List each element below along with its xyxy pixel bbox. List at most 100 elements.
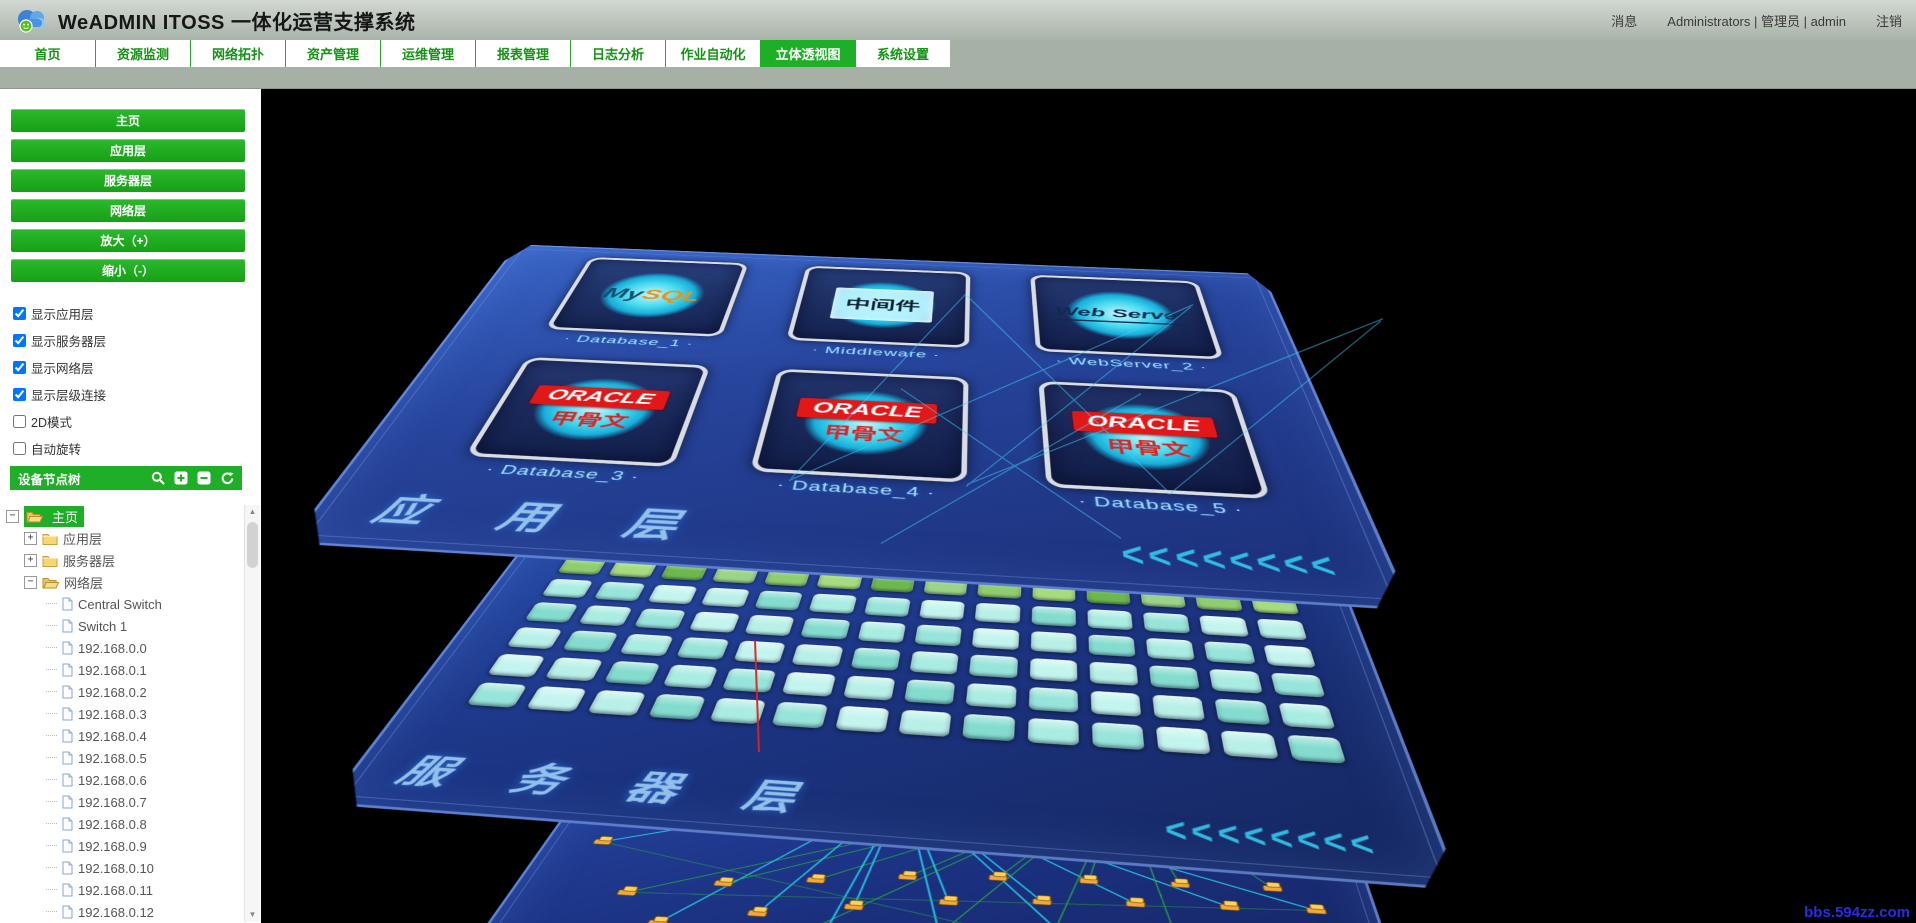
tree-leaf-Switch 1[interactable]: Switch 1 bbox=[0, 615, 244, 637]
tab-网络拓扑[interactable]: 网络拓扑 bbox=[190, 40, 285, 67]
tree-leaf-192.168.0.12[interactable]: 192.168.0.12 bbox=[0, 901, 244, 923]
tree-expand-toggle[interactable]: + bbox=[24, 531, 37, 545]
network-node[interactable] bbox=[844, 900, 865, 910]
side-button-网络层[interactable]: 网络层 bbox=[11, 199, 245, 222]
network-node[interactable] bbox=[1219, 900, 1239, 910]
scrollbar-thumb[interactable] bbox=[247, 522, 258, 568]
refresh-icon[interactable] bbox=[220, 471, 235, 485]
tree-item-网络层[interactable]: − 网络层 bbox=[0, 571, 244, 593]
tree-leaf-label: 192.168.0.5 bbox=[78, 750, 147, 766]
side-button-主页[interactable]: 主页 bbox=[11, 109, 245, 132]
tree-item-home[interactable]: 主页 bbox=[24, 505, 85, 527]
tree-leaf-192.168.0.4[interactable]: 192.168.0.4 bbox=[0, 725, 244, 747]
tree-leaf-192.168.0.11[interactable]: 192.168.0.11 bbox=[0, 879, 244, 901]
checkbox-input[interactable] bbox=[13, 388, 26, 401]
file-icon bbox=[62, 685, 73, 699]
tab-报表管理[interactable]: 报表管理 bbox=[475, 40, 570, 67]
server-cell bbox=[843, 675, 895, 700]
app-tile-Database_5[interactable]: ORACLE甲骨文Database_5 bbox=[1038, 381, 1271, 499]
logo-cloud-icon bbox=[14, 6, 48, 34]
tab-资产管理[interactable]: 资产管理 bbox=[285, 40, 380, 67]
viewport-3d[interactable]: MySQLDatabase_1 中间件Middleware Web ServerWe… bbox=[261, 89, 1916, 923]
tree-leaf-label: 192.168.0.11 bbox=[78, 882, 153, 898]
tab-资源监测[interactable]: 资源监测 bbox=[95, 40, 190, 67]
app-tile-Middleware[interactable]: 中间件Middleware bbox=[787, 266, 970, 348]
tree-leaf-192.168.0.0[interactable]: 192.168.0.0 bbox=[0, 637, 244, 659]
checkbox-row-显示应用层[interactable]: 显示应用层 bbox=[13, 304, 261, 323]
network-node[interactable] bbox=[1305, 904, 1327, 914]
tree-leaf-192.168.0.1[interactable]: 192.168.0.1 bbox=[0, 659, 244, 681]
side-button-服务器层[interactable]: 服务器层 bbox=[11, 169, 245, 192]
checkbox-input[interactable] bbox=[13, 442, 26, 455]
checkbox-row-2D模式[interactable]: 2D模式 bbox=[13, 412, 261, 431]
server-cell bbox=[835, 706, 890, 733]
minus-icon[interactable] bbox=[197, 471, 211, 485]
tree-expand-toggle[interactable]: − bbox=[24, 575, 37, 589]
messages-link[interactable]: 消息 bbox=[1611, 11, 1637, 30]
network-node[interactable] bbox=[747, 906, 769, 917]
tab-日志分析[interactable]: 日志分析 bbox=[570, 40, 665, 67]
server-cell bbox=[966, 683, 1016, 709]
app-tile-Database_4[interactable]: ORACLE甲骨文Database_4 bbox=[750, 369, 968, 483]
app-tile-Database_1[interactable]: MySQLDatabase_1 bbox=[545, 257, 749, 337]
app-tile-Database_3[interactable]: ORACLE甲骨文Database_3 bbox=[465, 357, 711, 467]
search-icon[interactable] bbox=[151, 471, 165, 485]
app-tile-WebServer_2[interactable]: Web ServerWebServer_2 bbox=[1030, 275, 1224, 360]
logout-link[interactable]: 注销 bbox=[1876, 11, 1902, 30]
scrollbar-down-arrow[interactable]: ▼ bbox=[245, 908, 260, 922]
tree-scrollbar[interactable]: ▲ ▼ bbox=[244, 505, 260, 922]
checkbox-row-显示服务器层[interactable]: 显示服务器层 bbox=[13, 331, 261, 350]
server-cell bbox=[1143, 612, 1190, 633]
tab-首页[interactable]: 首页 bbox=[0, 40, 95, 67]
network-node[interactable] bbox=[898, 871, 918, 881]
checkbox-row-显示层级连接[interactable]: 显示层级连接 bbox=[13, 385, 261, 404]
checkbox-row-显示网络层[interactable]: 显示网络层 bbox=[13, 358, 261, 377]
network-node[interactable] bbox=[806, 874, 827, 884]
tree-leaf-192.168.0.9[interactable]: 192.168.0.9 bbox=[0, 835, 244, 857]
server-cell bbox=[1278, 703, 1336, 730]
scrollbar-up-arrow[interactable]: ▲ bbox=[245, 505, 260, 519]
tree-leaf-Central Switch[interactable]: Central Switch bbox=[0, 593, 244, 615]
tree-item-应用层[interactable]: + 应用层 bbox=[0, 527, 244, 549]
tree-expand-toggle[interactable]: + bbox=[24, 553, 37, 567]
tree-leaf-label: 192.168.0.2 bbox=[78, 684, 147, 700]
server-cell bbox=[524, 602, 578, 623]
tree-leaf-192.168.0.2[interactable]: 192.168.0.2 bbox=[0, 681, 244, 703]
network-node[interactable] bbox=[713, 877, 735, 887]
network-node[interactable] bbox=[617, 886, 640, 896]
tab-立体透视图[interactable]: 立体透视图 bbox=[760, 40, 855, 67]
tree-leaf-192.168.0.10[interactable]: 192.168.0.10 bbox=[0, 857, 244, 879]
tree-leaf-192.168.0.3[interactable]: 192.168.0.3 bbox=[0, 703, 244, 725]
tab-系统设置[interactable]: 系统设置 bbox=[855, 40, 950, 67]
tile-label: Database_4 bbox=[750, 476, 960, 503]
side-button-放大（+）[interactable]: 放大（+） bbox=[11, 229, 245, 252]
network-node[interactable] bbox=[1170, 878, 1189, 888]
tab-作业自动化[interactable]: 作业自动化 bbox=[665, 40, 760, 67]
network-node[interactable] bbox=[647, 916, 670, 923]
server-cell bbox=[633, 608, 686, 629]
checkbox-input[interactable] bbox=[13, 334, 26, 347]
server-cell bbox=[506, 627, 563, 649]
side-button-应用层[interactable]: 应用层 bbox=[11, 139, 245, 162]
network-node[interactable] bbox=[1126, 897, 1145, 907]
tab-运维管理[interactable]: 运维管理 bbox=[380, 40, 475, 67]
folder-icon bbox=[42, 532, 58, 545]
network-node[interactable] bbox=[1080, 874, 1098, 884]
tree-leaf-192.168.0.8[interactable]: 192.168.0.8 bbox=[0, 813, 244, 835]
checkbox-input[interactable] bbox=[13, 307, 26, 320]
tree-leaf-192.168.0.6[interactable]: 192.168.0.6 bbox=[0, 769, 244, 791]
tree-item-服务器层[interactable]: + 服务器层 bbox=[0, 549, 244, 571]
checkbox-input[interactable] bbox=[13, 361, 26, 374]
plus-icon[interactable] bbox=[174, 471, 188, 485]
oracle-logo: ORACLE 甲骨文 bbox=[1071, 411, 1225, 463]
network-node[interactable] bbox=[939, 895, 959, 905]
checkbox-input[interactable] bbox=[13, 415, 26, 428]
network-node[interactable] bbox=[989, 871, 1008, 881]
tree-leaf-192.168.0.5[interactable]: 192.168.0.5 bbox=[0, 747, 244, 769]
side-button-缩小（-）[interactable]: 缩小（-） bbox=[11, 259, 245, 282]
tree-leaf-192.168.0.7[interactable]: 192.168.0.7 bbox=[0, 791, 244, 813]
checkbox-label: 显示层级连接 bbox=[31, 389, 107, 403]
checkbox-row-自动旋转[interactable]: 自动旋转 bbox=[13, 439, 261, 458]
tree-expand-toggle[interactable]: − bbox=[6, 509, 19, 523]
tile-glow: ORACLE 甲骨文 bbox=[772, 377, 950, 471]
